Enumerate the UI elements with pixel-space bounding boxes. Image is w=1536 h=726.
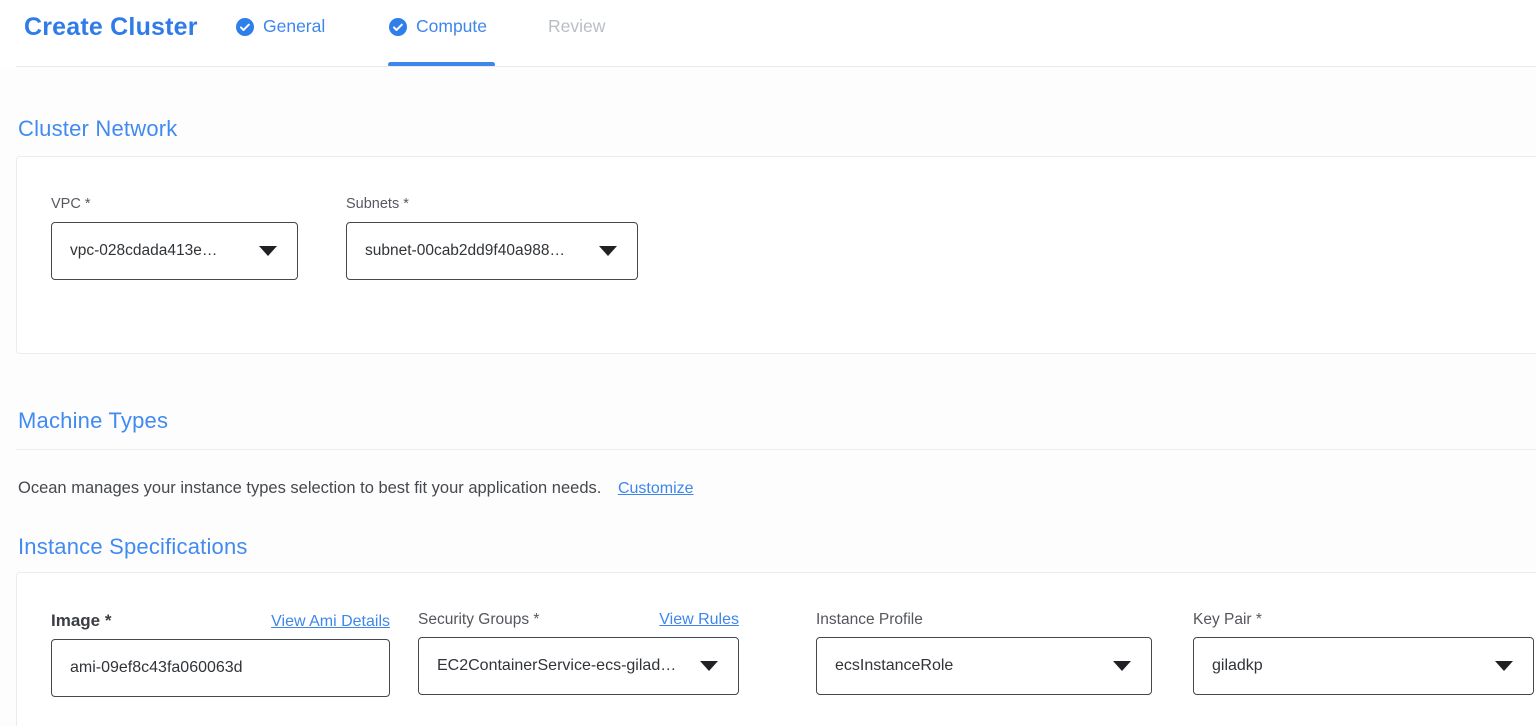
vpc-field: VPC * vpc-028cdada413e… [51,196,298,280]
tab-compute[interactable]: Compute [389,16,487,37]
header-divider [16,66,1536,67]
subnets-selected-value: subnet-00cab2dd9f40a988… [365,242,565,260]
security-groups-selected-value: EC2ContainerService-ecs-gilad… [437,657,676,675]
instance-profile-label: Instance Profile [816,611,923,629]
machine-types-description: Ocean manages your instance types select… [18,479,601,497]
image-input-value: ami-09ef8c43fa060063d [70,659,243,677]
check-circle-icon [389,18,407,36]
key-pair-selected-value: giladkp [1212,657,1263,675]
instance-specifications-heading: Instance Specifications [18,534,248,560]
customize-link[interactable]: Customize [618,480,694,497]
caret-down-icon [259,246,277,256]
page-title: Create Cluster [24,13,198,42]
tab-general[interactable]: General [236,16,325,37]
subnets-field: Subnets * subnet-00cab2dd9f40a988… [346,196,638,280]
security-groups-select[interactable]: EC2ContainerService-ecs-gilad… [418,637,739,695]
vpc-label: VPC * [51,196,298,212]
image-field: Image * View Ami Details ami-09ef8c43fa0… [51,611,390,697]
caret-down-icon [1113,661,1131,671]
instance-profile-selected-value: ecsInstanceRole [835,657,953,675]
caret-down-icon [1495,661,1513,671]
security-groups-field: Security Groups * View Rules EC2Containe… [418,611,739,695]
image-label: Image * [51,611,111,631]
instance-profile-field: Instance Profile ecsInstanceRole [816,611,1152,695]
caret-down-icon [700,661,718,671]
tab-review-label: Review [548,16,605,37]
view-ami-details-link[interactable]: View Ami Details [271,613,390,631]
vpc-selected-value: vpc-028cdada413e… [70,242,217,260]
vpc-select[interactable]: vpc-028cdada413e… [51,222,298,280]
wizard-header: Create Cluster General Compute Review [0,0,1536,67]
check-circle-icon [236,18,254,36]
tab-compute-label: Compute [416,16,487,37]
subnets-select[interactable]: subnet-00cab2dd9f40a988… [346,222,638,280]
security-groups-label: Security Groups * [418,611,539,629]
tab-review[interactable]: Review [548,16,605,37]
caret-down-icon [599,246,617,256]
key-pair-label: Key Pair * [1193,611,1262,629]
subnets-label: Subnets * [346,196,638,212]
machine-types-heading: Machine Types [18,408,168,434]
instance-specifications-card: Image * View Ami Details ami-09ef8c43fa0… [16,572,1536,726]
image-input[interactable]: ami-09ef8c43fa060063d [51,639,390,697]
tab-general-label: General [263,16,325,37]
view-rules-link[interactable]: View Rules [659,611,739,629]
machine-types-divider [16,449,1536,450]
key-pair-select[interactable]: giladkp [1193,637,1534,695]
instance-profile-select[interactable]: ecsInstanceRole [816,637,1152,695]
cluster-network-heading: Cluster Network [18,116,177,142]
machine-types-description-row: Ocean manages your instance types select… [18,479,694,498]
key-pair-field: Key Pair * giladkp [1193,611,1534,695]
cluster-network-card: VPC * vpc-028cdada413e… Subnets * subnet… [16,156,1536,354]
